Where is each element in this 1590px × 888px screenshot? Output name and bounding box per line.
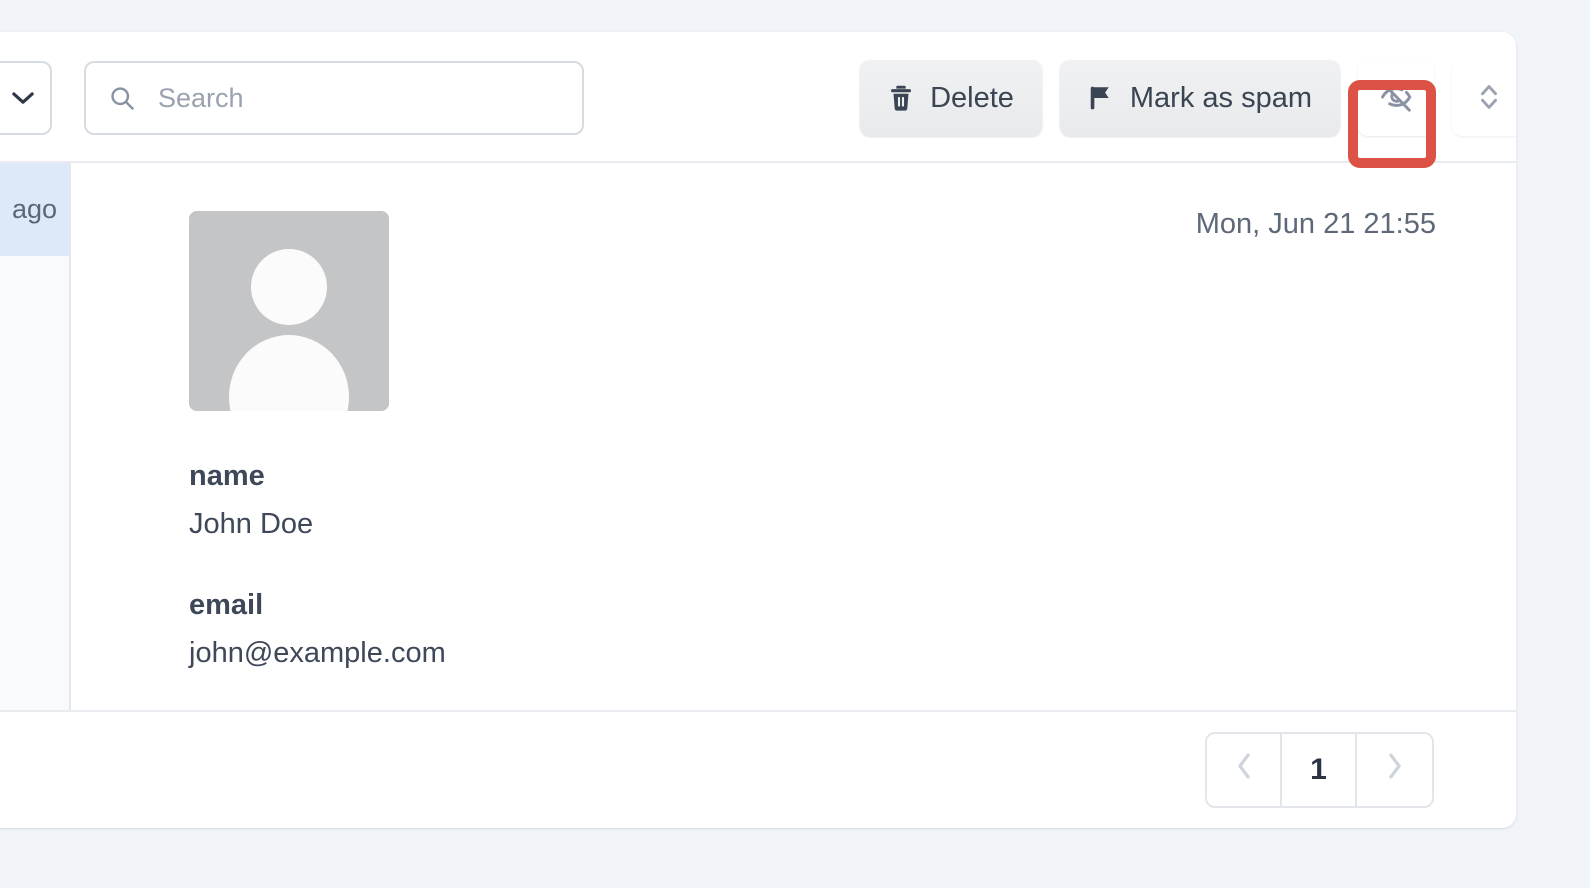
- delete-button-label: Delete: [930, 82, 1014, 115]
- chevron-up-down-icon: [1476, 80, 1502, 117]
- list-item-label: ago: [12, 194, 57, 225]
- sort-button[interactable]: [1452, 60, 1516, 136]
- pagination-next-button[interactable]: [1357, 734, 1432, 806]
- toolbar: Delete Mark as spam: [0, 32, 1516, 163]
- flag-icon: [1088, 84, 1114, 112]
- field-name-value: John Doe: [189, 506, 1516, 542]
- avatar: [189, 211, 389, 411]
- content-area: ago Mon, Jun 21 21:55 name John Doe emai…: [0, 163, 1516, 712]
- pagination-prev-button[interactable]: [1207, 734, 1282, 806]
- hide-toggle-button[interactable]: [1358, 60, 1434, 136]
- message-detail-pane: Mon, Jun 21 21:55 name John Doe email jo…: [71, 163, 1516, 710]
- mail-card: Delete Mark as spam: [0, 32, 1516, 828]
- pagination-page-1-button[interactable]: 1: [1282, 734, 1357, 806]
- pagination: 1: [1205, 732, 1434, 808]
- toolbar-actions: Delete Mark as spam: [860, 60, 1516, 136]
- search-icon: [108, 84, 136, 112]
- trash-icon: [888, 84, 914, 112]
- mark-as-spam-button[interactable]: Mark as spam: [1060, 60, 1340, 136]
- field-name: name John Doe: [189, 458, 1516, 543]
- field-name-label: name: [189, 458, 1516, 494]
- field-email: email john@example.com: [189, 587, 1516, 672]
- delete-button[interactable]: Delete: [860, 60, 1042, 136]
- chevron-down-icon: [12, 92, 34, 105]
- search-box[interactable]: [84, 61, 584, 135]
- chevron-left-icon: [1233, 751, 1255, 789]
- filter-dropdown[interactable]: [0, 61, 52, 135]
- message-timestamp: Mon, Jun 21 21:55: [1196, 208, 1436, 241]
- field-email-value: john@example.com: [189, 635, 1516, 671]
- list-item[interactable]: ago: [0, 163, 69, 256]
- footer: 1: [0, 712, 1516, 828]
- mark-as-spam-button-label: Mark as spam: [1130, 82, 1312, 115]
- search-input[interactable]: [158, 83, 560, 114]
- field-email-label: email: [189, 587, 1516, 623]
- message-list-pane[interactable]: ago: [0, 163, 71, 710]
- pagination-current-page: 1: [1310, 753, 1327, 787]
- chevron-right-icon: [1384, 751, 1406, 789]
- eye-off-icon: [1377, 78, 1415, 119]
